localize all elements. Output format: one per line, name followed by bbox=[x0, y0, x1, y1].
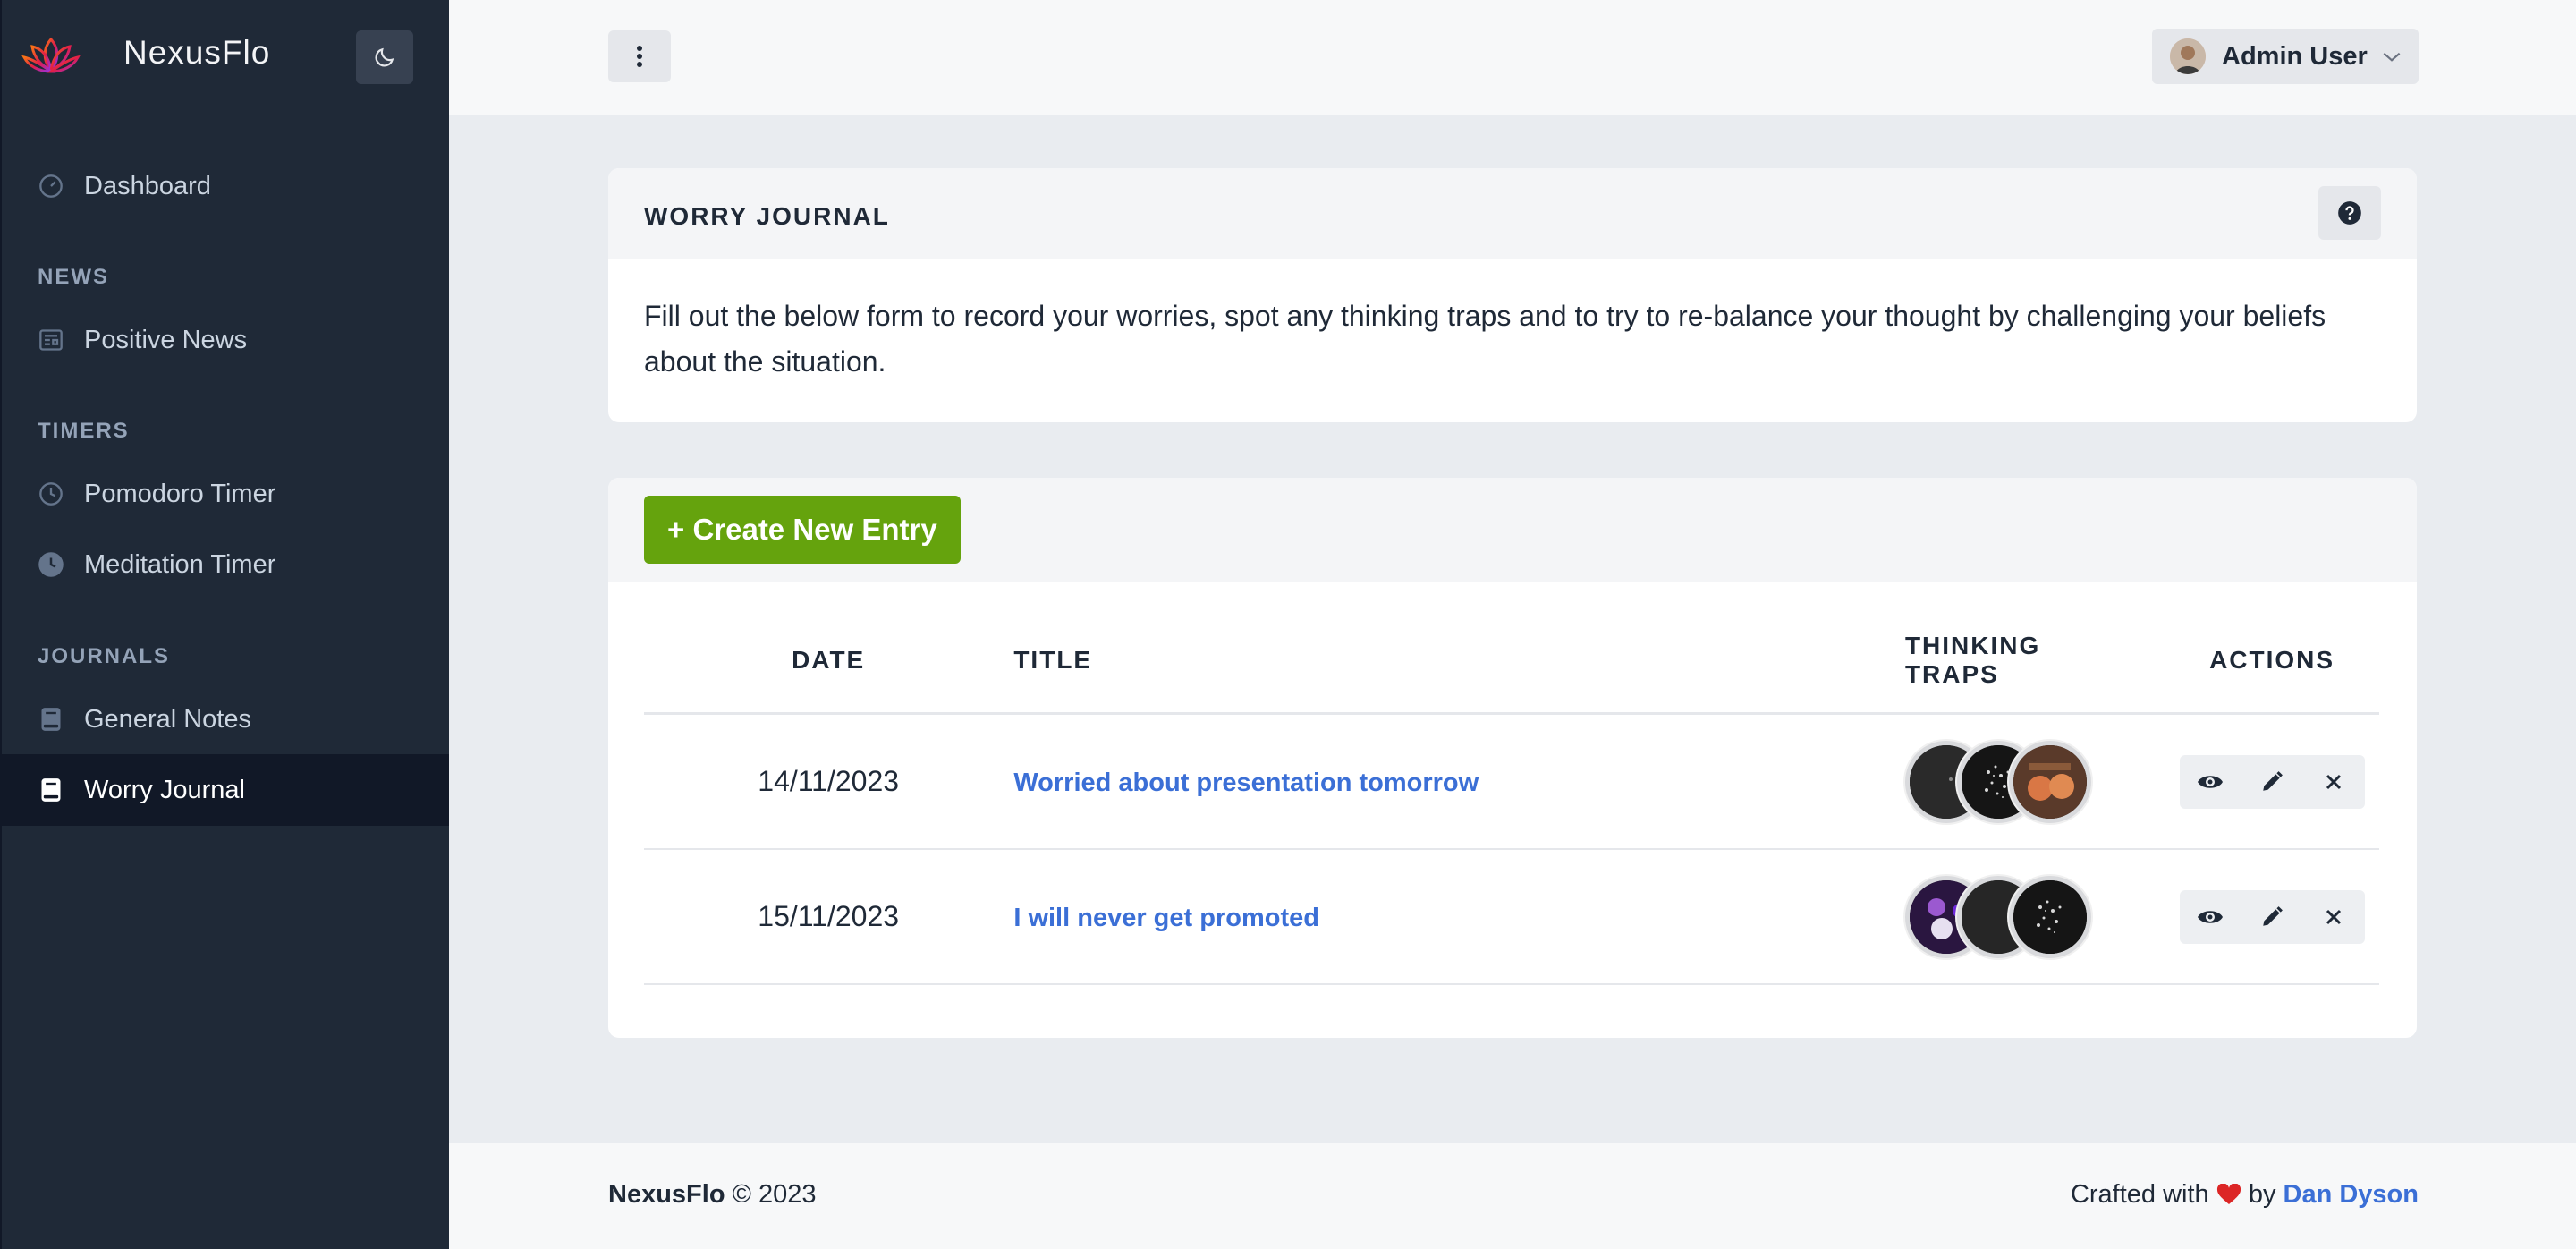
column-header-line: THINKING bbox=[1904, 632, 2041, 659]
chevron-down-icon bbox=[2383, 52, 2401, 62]
book-icon bbox=[38, 706, 64, 733]
clock-solid-icon bbox=[38, 551, 64, 578]
heart-icon bbox=[2216, 1183, 2241, 1204]
sidebar-item-label: Meditation Timer bbox=[84, 549, 276, 579]
intro-text: Fill out the below form to record your w… bbox=[644, 300, 2326, 378]
newspaper-icon bbox=[38, 327, 64, 353]
author-link[interactable]: Dan Dyson bbox=[2284, 1180, 2419, 1209]
sidebar-item-dashboard[interactable]: Dashboard bbox=[2, 150, 449, 222]
nav-heading-timers: TIMERS bbox=[38, 419, 130, 443]
column-header-title[interactable]: TITLE bbox=[1013, 608, 1904, 715]
clock-outline-icon bbox=[38, 480, 64, 507]
view-entry-button[interactable] bbox=[2180, 890, 2241, 944]
sidebar-item-pomodoro-timer[interactable]: Pomodoro Timer bbox=[2, 458, 449, 530]
row-actions bbox=[2179, 754, 2365, 809]
footer-copyright-text: © 2023 bbox=[732, 1180, 817, 1209]
nav-heading-news: NEWS bbox=[38, 265, 109, 289]
nav-heading-journals: JOURNALS bbox=[38, 644, 171, 668]
sidebar-item-label: Dashboard bbox=[84, 171, 211, 200]
pencil-icon bbox=[2263, 905, 2283, 926]
card-title: WORRY JOURNAL bbox=[644, 202, 890, 230]
brand: NexusFlo bbox=[2, 0, 449, 115]
sidebar-item-worry-journal[interactable]: Worry Journal bbox=[2, 754, 449, 826]
sidebar-item-general-notes[interactable]: General Notes bbox=[2, 684, 449, 755]
sidebar: NexusFlo Dashboard NEWS Positive News TI… bbox=[0, 0, 449, 1249]
card-header: WORRY JOURNAL bbox=[608, 168, 2417, 259]
thinking-traps-group bbox=[1904, 875, 2164, 958]
lotus-logo-icon bbox=[21, 37, 80, 73]
top-bar: Admin User bbox=[449, 0, 2576, 115]
footer-crafted-text: Crafted with bbox=[2070, 1180, 2209, 1209]
entry-title-link[interactable]: Worried about presentation tomorrow bbox=[1013, 769, 1479, 797]
delete-entry-button[interactable] bbox=[2303, 890, 2365, 944]
create-new-entry-button[interactable]: + Create New Entry bbox=[644, 496, 961, 564]
book-icon bbox=[38, 777, 64, 803]
eye-icon bbox=[2198, 910, 2224, 923]
column-header-line: TRAPS bbox=[1904, 660, 1999, 688]
card-header: + Create New Entry bbox=[608, 478, 2417, 582]
column-header-thinking-traps: THINKING TRAPS bbox=[1903, 608, 2165, 715]
entry-title-link[interactable]: I will never get promoted bbox=[1013, 904, 1319, 932]
theme-toggle-button[interactable] bbox=[356, 30, 413, 84]
footer-copyright: NexusFlo © 2023 bbox=[608, 1180, 817, 1210]
thinking-trap-avatar[interactable] bbox=[2008, 875, 2091, 958]
table-row: 14/11/2023 Worried about presentation to… bbox=[644, 713, 2379, 850]
view-entry-button[interactable] bbox=[2180, 755, 2241, 809]
delete-entry-button[interactable] bbox=[2303, 755, 2365, 809]
sidebar-item-meditation-timer[interactable]: Meditation Timer bbox=[2, 529, 449, 600]
kebab-menu-icon bbox=[637, 46, 642, 67]
footer-credit: Crafted with by Dan Dyson bbox=[2071, 1180, 2419, 1210]
footer: NexusFlo © 2023 Crafted with by Dan Dyso… bbox=[449, 1143, 2576, 1249]
thinking-trap-avatar[interactable] bbox=[2008, 740, 2091, 823]
avatar bbox=[2170, 38, 2206, 74]
column-header-actions: ACTIONS bbox=[2165, 608, 2379, 715]
edit-entry-button[interactable] bbox=[2241, 890, 2303, 944]
footer-by-text: by bbox=[2248, 1180, 2276, 1209]
user-name: Admin User bbox=[2222, 41, 2368, 71]
sidebar-item-label: Positive News bbox=[84, 325, 248, 354]
question-circle-icon bbox=[2338, 201, 2361, 225]
footer-brand: NexusFlo bbox=[608, 1180, 725, 1209]
pencil-icon bbox=[2263, 770, 2283, 791]
app-name[interactable]: NexusFlo bbox=[123, 34, 270, 72]
sidebar-item-label: Worry Journal bbox=[84, 775, 245, 804]
moon-icon bbox=[375, 47, 394, 67]
more-menu-button[interactable] bbox=[608, 30, 671, 82]
eye-icon bbox=[2198, 775, 2224, 788]
sidebar-item-label: Pomodoro Timer bbox=[84, 479, 276, 508]
column-header-date[interactable]: DATE bbox=[644, 608, 1013, 715]
close-icon bbox=[2326, 774, 2342, 789]
worry-journal-intro-card: WORRY JOURNAL Fill out the below form to… bbox=[608, 168, 2417, 422]
sidebar-item-positive-news[interactable]: Positive News bbox=[2, 304, 449, 376]
entries-card: + Create New Entry DATE TITLE THINKING T… bbox=[608, 478, 2417, 1038]
entries-table: DATE TITLE THINKING TRAPS ACTIONS 14/11/… bbox=[644, 608, 2379, 985]
help-button[interactable] bbox=[2318, 186, 2381, 240]
table-row: 15/11/2023 I will never get promoted bbox=[644, 849, 2379, 985]
thinking-traps-group bbox=[1904, 740, 2164, 823]
close-icon bbox=[2326, 909, 2342, 924]
table-header-row: DATE TITLE THINKING TRAPS ACTIONS bbox=[644, 608, 2379, 715]
user-menu-button[interactable]: Admin User bbox=[2152, 29, 2419, 84]
entry-date: 14/11/2023 bbox=[644, 713, 1013, 850]
row-actions bbox=[2179, 889, 2365, 944]
edit-entry-button[interactable] bbox=[2241, 755, 2303, 809]
entry-date: 15/11/2023 bbox=[644, 849, 1013, 985]
gauge-icon bbox=[38, 173, 64, 200]
sidebar-item-label: General Notes bbox=[84, 704, 251, 734]
